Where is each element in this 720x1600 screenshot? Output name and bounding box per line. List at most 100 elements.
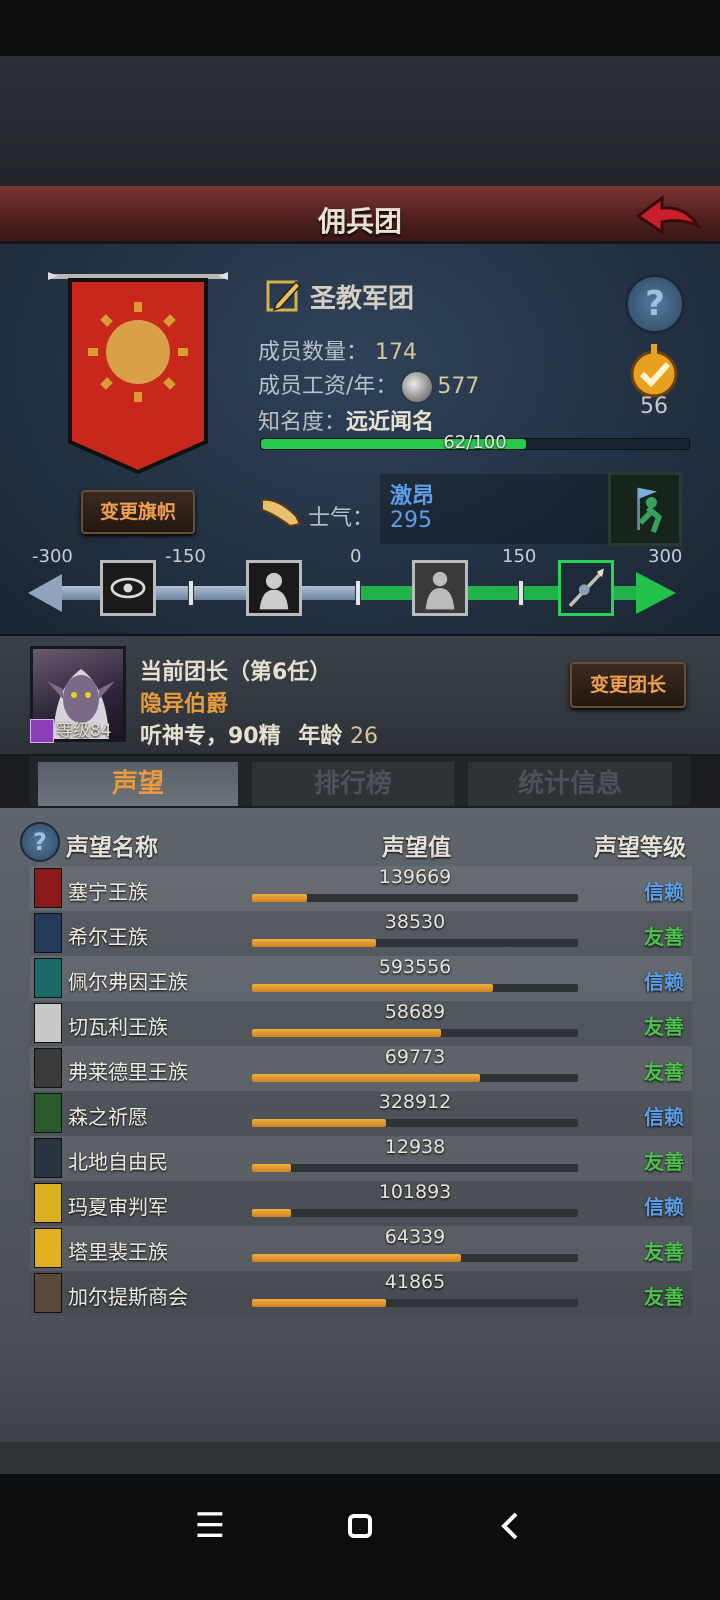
tabs-bar: 声望 排行榜 统计信息: [30, 756, 690, 806]
help-icon[interactable]: ?: [20, 822, 60, 862]
edit-icon[interactable]: [266, 278, 302, 314]
tick-zero: [355, 580, 361, 606]
wage-label: 成员工资/年：: [258, 374, 398, 399]
backdrop: [0, 56, 720, 188]
faction-name: 北地自由民: [68, 1150, 168, 1174]
table-row[interactable]: 玛夏审判军 101893 信赖: [30, 1181, 692, 1226]
faction-name: 希尔王族: [68, 925, 148, 949]
reputation-value: 69773: [384, 1046, 446, 1068]
table-row[interactable]: 塔里裴王族 64339 友善: [30, 1226, 692, 1271]
change-flag-button[interactable]: 变更旗帜: [81, 490, 195, 534]
title-bar: 佣兵团: [0, 186, 720, 244]
back-arrow-icon[interactable]: [634, 192, 702, 238]
table-row[interactable]: 森之祈愿 328912 信赖: [30, 1091, 692, 1136]
reputation-bar-fill: [252, 1209, 292, 1217]
scale-label-minus-150: -150: [165, 546, 206, 567]
arrow-left-icon: [28, 574, 62, 612]
reputation-value: 58689: [384, 1001, 446, 1023]
leader-traits: 听神专，90精 年龄 26: [140, 718, 378, 750]
coin-icon: [401, 371, 434, 403]
page-title: 佣兵团: [317, 205, 402, 238]
col-header-value: 声望值: [382, 835, 451, 861]
table-row[interactable]: 希尔王族 38530 友善: [30, 911, 692, 956]
reputation-level: 友善: [644, 1150, 684, 1174]
calm-icon[interactable]: [412, 560, 468, 616]
faction-name: 玛夏审判军: [68, 1195, 168, 1219]
reputation-value: 12938: [384, 1136, 446, 1158]
faction-emblem-icon: [34, 913, 62, 953]
leader-name: 隐异伯爵: [140, 692, 229, 717]
reputation-value: 38530: [384, 911, 446, 933]
faction-emblem-icon: [34, 958, 62, 998]
faction-emblem-icon: [34, 1228, 62, 1268]
leader-age-value: 26: [349, 724, 378, 749]
leader-level-text: 等级84: [56, 721, 112, 741]
scale-label-plus-300: 300: [648, 546, 683, 567]
flag-runner-icon[interactable]: [608, 472, 682, 546]
reputation-bar-fill: [252, 1029, 442, 1037]
tab-reputation[interactable]: 声望: [38, 762, 238, 806]
table-row[interactable]: 加尔提斯商会 41865 友善: [30, 1271, 692, 1316]
tab-statistics[interactable]: 统计信息: [468, 762, 672, 806]
reputation-value: 593556: [378, 956, 452, 978]
back-icon[interactable]: [490, 1506, 530, 1546]
team-banner: [48, 272, 228, 475]
help-icon[interactable]: ?: [625, 274, 685, 334]
reputation-value: 328912: [378, 1091, 452, 1113]
reputation-bar-fill: [252, 894, 308, 902]
reputation-bar-fill: [252, 1164, 292, 1172]
team-info-panel: 变更旗帜 圣教军团 ? 成员数量： 174 成员工资/年： 577 知名度：远近闻…: [0, 244, 720, 636]
reputation-value: 101893: [378, 1181, 452, 1203]
table-row[interactable]: 弗莱德里王族 69773 友善: [30, 1046, 692, 1091]
reputation-bar-fill: [252, 939, 376, 947]
tab-ranking[interactable]: 排行榜: [252, 762, 454, 806]
leader-level: 等级84: [30, 716, 112, 743]
morale-value: 295: [390, 508, 432, 533]
reputation-bar: [252, 1164, 578, 1172]
leader-panel: 等级84 当前团长（第6任） 隐异伯爵 听神专，90精 年龄 26 变更团长: [0, 636, 720, 756]
reputation-bar: [252, 939, 578, 947]
table-row[interactable]: 北地自由民 12938 友善: [30, 1136, 692, 1181]
system-nav-bar: ☰: [0, 1474, 720, 1600]
faction-name: 佩尔弗因王族: [68, 970, 188, 994]
leader-title: 当前团长（第6任）: [140, 660, 332, 685]
spear-icon[interactable]: [558, 560, 614, 616]
reputation-bar: [252, 1029, 578, 1037]
reputation-table: ? 声望名称 声望值 声望等级 塞宁王族 139669 信赖 希尔王族 38530 友善佩…: [0, 808, 720, 1466]
reputation-bar: [252, 894, 578, 902]
despair-icon[interactable]: [246, 560, 302, 616]
morale-scale: -300 -150 0 150 300: [0, 544, 720, 634]
faction-emblem-icon: [34, 1003, 62, 1043]
reputation-value: 41865: [384, 1271, 446, 1293]
home-icon[interactable]: [340, 1506, 380, 1546]
bottom-strip: [0, 1442, 720, 1474]
morale-state: 激昂: [390, 484, 435, 509]
eye-icon[interactable]: [100, 560, 156, 616]
faction-name: 塞宁王族: [68, 880, 148, 904]
reputation-bar-fill: [252, 1119, 386, 1127]
members-stat: 成员数量： 174: [258, 334, 417, 366]
faction-emblem-icon: [34, 868, 62, 908]
table-row[interactable]: 塞宁王族 139669 信赖: [30, 866, 692, 911]
status-bar: [0, 0, 720, 56]
reputation-level: 友善: [644, 1060, 684, 1084]
tick-plus-150: [518, 580, 524, 606]
col-header-level: 声望等级: [594, 835, 686, 861]
faction-emblem-icon: [34, 1273, 62, 1313]
scale-label-zero: 0: [350, 546, 362, 567]
table-row[interactable]: 佩尔弗因王族 593556 信赖: [30, 956, 692, 1001]
reputation-level: 友善: [644, 1240, 684, 1264]
reputation-level: 信赖: [644, 880, 684, 904]
table-row[interactable]: 切瓦利王族 58689 友善: [30, 1001, 692, 1046]
badge-value: 56: [640, 394, 668, 419]
reputation-level: 信赖: [644, 1105, 684, 1129]
members-value: 174: [375, 340, 418, 365]
change-leader-button[interactable]: 变更团长: [570, 662, 686, 708]
wage-stat: 成员工资/年： 577: [258, 368, 479, 403]
menu-icon[interactable]: ☰: [190, 1506, 230, 1546]
reputation-level: 友善: [644, 925, 684, 949]
members-label: 成员数量：: [258, 340, 369, 365]
reputation-bar-fill: [252, 1074, 481, 1082]
team-name: 圣教军团: [310, 284, 415, 314]
reputation-bar-fill: [252, 1254, 461, 1262]
